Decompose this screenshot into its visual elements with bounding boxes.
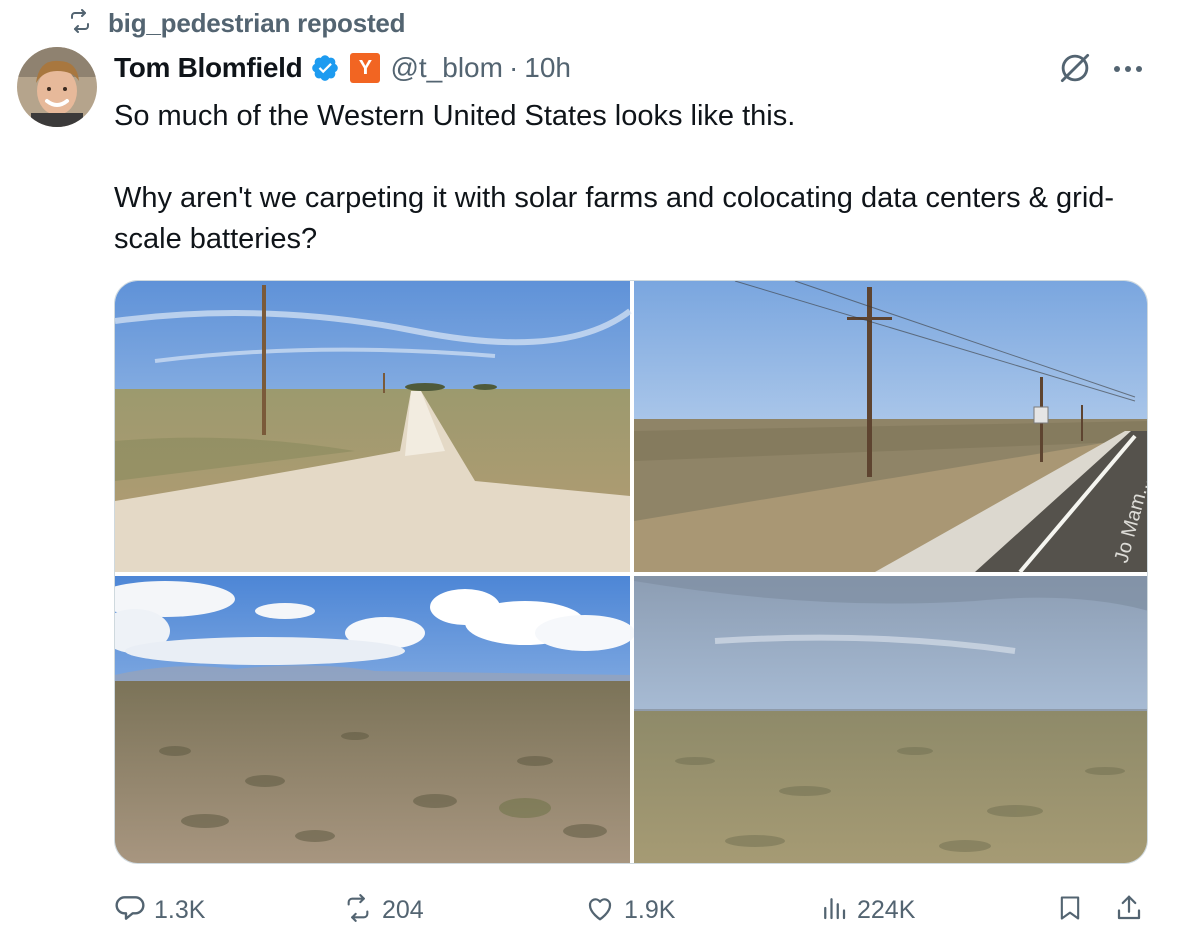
photo-highway[interactable]: Jo Mam... — [634, 281, 1148, 574]
tweet-header: Tom Blomfield Y @t_blom · 10h — [114, 48, 571, 88]
reply-count: 1.3K — [154, 895, 206, 924]
reply-icon — [114, 892, 146, 929]
tweet-text: So much of the Western United States loo… — [114, 96, 1134, 260]
repost-icon — [66, 8, 94, 38]
media-grid: Jo Mam... — [114, 280, 1148, 864]
repost-button[interactable]: 204 — [342, 888, 424, 932]
heart-icon — [584, 893, 616, 928]
tweet-text-line-2: Why aren't we carpeting it with solar fa… — [114, 182, 1115, 255]
reply-button[interactable]: 1.3K — [114, 888, 205, 932]
avatar[interactable] — [17, 47, 97, 127]
tweet-text-line-1: So much of the Western United States loo… — [114, 100, 796, 132]
repost-action-icon — [342, 893, 374, 927]
tweet-timestamp[interactable]: 10h — [524, 52, 571, 84]
separator-dot: · — [508, 52, 519, 83]
bookmark-button[interactable] — [1056, 888, 1084, 932]
bookmark-icon — [1056, 892, 1084, 929]
grok-button[interactable] — [1055, 50, 1095, 90]
views-button[interactable]: 224K — [819, 888, 915, 932]
like-count: 1.9K — [624, 895, 676, 924]
repost-label[interactable]: big_pedestrian reposted — [108, 8, 406, 39]
repost-count: 204 — [382, 895, 424, 924]
author-handle[interactable]: @t_blom — [390, 52, 502, 84]
grok-icon — [1056, 49, 1094, 92]
repost-indicator[interactable]: big_pedestrian reposted — [66, 8, 406, 39]
share-button[interactable] — [1114, 888, 1144, 932]
affiliate-badge[interactable]: Y — [350, 53, 381, 83]
author-name[interactable]: Tom Blomfield — [114, 52, 303, 84]
views-icon — [819, 893, 849, 928]
views-count: 224K — [857, 895, 916, 924]
photo-desert-clouds[interactable] — [115, 576, 635, 864]
photo-grey-plains[interactable] — [634, 576, 1148, 864]
share-icon — [1114, 892, 1144, 929]
verified-badge-icon — [310, 53, 340, 83]
like-button[interactable]: 1.9K — [584, 888, 675, 932]
action-bar: 1.3K 204 1.9K 224K — [114, 888, 1154, 932]
photo-gravel-road[interactable] — [115, 281, 632, 572]
more-options-button[interactable] — [1108, 52, 1148, 88]
more-icon — [1112, 61, 1144, 79]
